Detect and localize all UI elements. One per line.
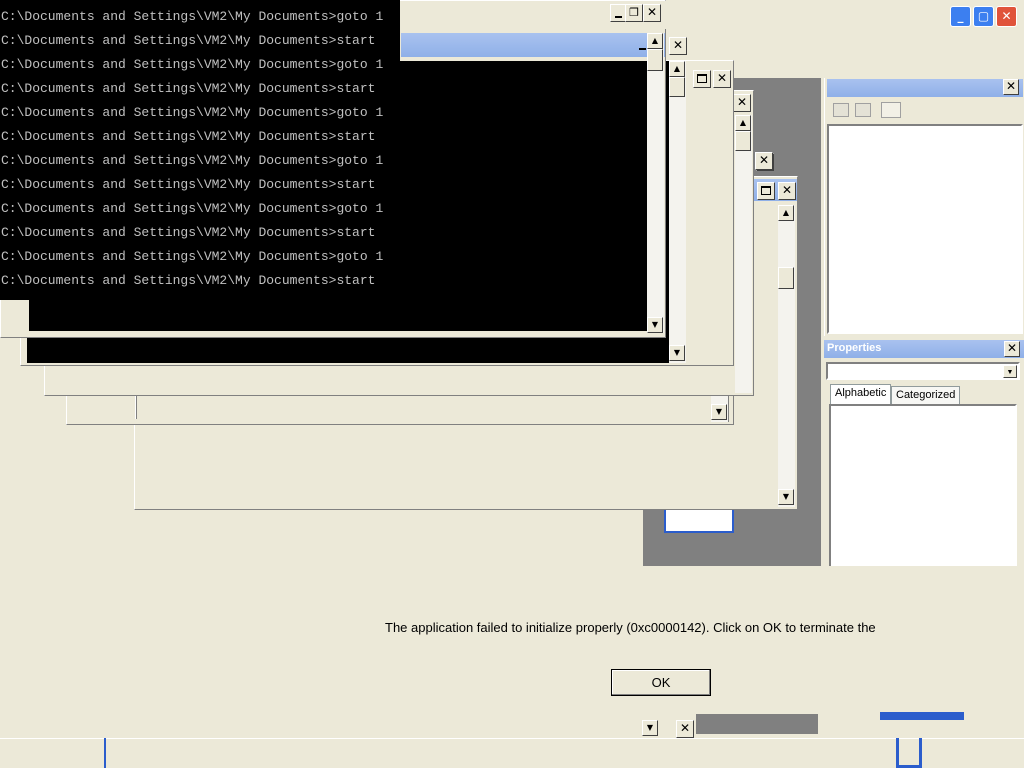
console-line: C:\Documents and Settings\VM2\My Documen…: [1, 153, 384, 168]
console-window-3-close-button[interactable]: [733, 94, 751, 112]
properties-grid[interactable]: [829, 404, 1017, 568]
scroll-up-arrow-icon: ▲: [651, 36, 659, 45]
console-window-1-restore-button[interactable]: [625, 4, 643, 22]
dropdown-arrow-icon[interactable]: ▼: [1003, 365, 1017, 378]
toggle-folders-icon[interactable]: [881, 102, 901, 118]
toolbox-titlebar[interactable]: [827, 79, 1023, 97]
console-window-2-inner-window: [721, 91, 733, 361]
console-window-1-scrollbar[interactable]: [647, 33, 664, 333]
console-window-1-scroll-thumb[interactable]: [647, 49, 663, 71]
console-line: C:\Documents and Settings\VM2\My Documen…: [1, 105, 384, 120]
close-button[interactable]: ✕: [996, 6, 1017, 27]
maximize-icon: ▢: [977, 9, 990, 23]
properties-titlebar[interactable]: Properties: [824, 340, 1024, 358]
scroll-down-arrow-icon: ▼: [646, 723, 654, 732]
console-window-5-maximize-button[interactable]: [757, 182, 775, 200]
status-bar-divider: [104, 738, 106, 768]
console-line: C:\Documents and Settings\VM2\My Documen…: [1, 273, 376, 288]
scroll-down-arrow-icon: ▼: [715, 407, 723, 416]
tab-alphabetic-label: Alphabetic: [835, 387, 887, 399]
toolbox-list[interactable]: [827, 124, 1023, 334]
scroll-up-arrow-icon: ▲: [673, 64, 681, 73]
scroll-up-arrow-icon: ▲: [782, 208, 790, 217]
scroll-down-arrow-icon: ▼: [651, 320, 659, 329]
console-line: C:\Documents and Settings\VM2\My Documen…: [1, 177, 376, 192]
console-window-4-scroll-down[interactable]: ▼: [711, 404, 727, 420]
toolbox-panel: [824, 78, 1024, 336]
tab-categorized[interactable]: Categorized: [891, 386, 961, 404]
status-bar: [0, 738, 1024, 768]
ok-button[interactable]: OK: [611, 669, 711, 696]
console-window-3-scroll-up[interactable]: ▲: [735, 115, 751, 131]
console-line: C:\Documents and Settings\VM2\My Documen…: [1, 201, 384, 216]
console-window-5-scroll-down[interactable]: ▼: [778, 489, 794, 505]
scroll-down-button[interactable]: ▼: [642, 720, 658, 736]
console-window-1-close-button[interactable]: [643, 4, 661, 22]
console-window-2-scroll-thumb[interactable]: [669, 77, 685, 97]
scroll-down-arrow-icon: ▼: [673, 348, 681, 357]
console-line: C:\Documents and Settings\VM2\My Documen…: [1, 9, 384, 24]
console-window-2-close-button[interactable]: [713, 70, 731, 88]
console-window-5-scrollbar[interactable]: [778, 205, 795, 507]
properties-title: Properties: [827, 342, 882, 354]
console-window-3-scrollbar[interactable]: [735, 115, 752, 393]
minimize-button[interactable]: _: [950, 6, 971, 27]
maximize-button[interactable]: ▢: [973, 6, 994, 27]
console-window-2-scroll-down[interactable]: ▼: [669, 345, 685, 361]
console-line: C:\Documents and Settings\VM2\My Documen…: [1, 57, 384, 72]
console-window-1-scroll-down[interactable]: ▼: [647, 317, 663, 333]
tab-alphabetic[interactable]: Alphabetic: [830, 384, 892, 404]
properties-close-button[interactable]: [1004, 341, 1020, 357]
console-window-5-close-button[interactable]: [778, 182, 796, 200]
console-window-4-close-button-b[interactable]: [755, 152, 773, 170]
remnant-close-button[interactable]: [676, 720, 694, 738]
properties-panel: Properties ▼ Alphabetic Categorized: [824, 338, 1024, 568]
minimize-icon: _: [957, 9, 964, 23]
console-window-3-scroll-thumb[interactable]: [735, 131, 751, 151]
console-line: C:\Documents and Settings\VM2\My Documen…: [1, 225, 376, 240]
console-line: C:\Documents and Settings\VM2\My Documen…: [1, 129, 376, 144]
view-code-icon[interactable]: [833, 103, 849, 117]
console-window-1-titlebar[interactable]: [401, 33, 665, 57]
console-window-5-scroll-up[interactable]: ▲: [778, 205, 794, 221]
status-bar-blue-indicator[interactable]: [896, 738, 922, 768]
tab-categorized-label: Categorized: [896, 389, 956, 401]
error-dialog: The application failed to initialize pro…: [0, 566, 1024, 736]
console-window-2-scrollbar[interactable]: [669, 61, 686, 363]
console-line: C:\Documents and Settings\VM2\My Documen…: [1, 81, 376, 96]
console-window-5-scroll-thumb[interactable]: [778, 267, 794, 289]
close-icon: ✕: [1001, 9, 1012, 23]
scroll-up-arrow-icon: ▲: [739, 118, 747, 127]
toolbox-toolbar: [827, 99, 1023, 123]
scroll-down-arrow-icon: ▼: [782, 492, 790, 501]
remnant-grey-area: [696, 714, 818, 734]
console-line: C:\Documents and Settings\VM2\My Documen…: [1, 249, 384, 264]
toolbox-close-button[interactable]: [1003, 79, 1019, 95]
console-line: C:\Documents and Settings\VM2\My Documen…: [1, 33, 376, 48]
console-window-1-scroll-up[interactable]: ▲: [647, 33, 663, 49]
console-window-2-maximize-button[interactable]: [693, 70, 711, 88]
console-window-1-outer-close-button[interactable]: [669, 37, 687, 55]
console-output: C:\Documents and Settings\VM2\My Documen…: [0, 0, 400, 300]
console-window-2-scroll-up[interactable]: ▲: [669, 61, 685, 77]
error-message: The application failed to initialize pro…: [385, 620, 876, 635]
remnant-blue-bar: [880, 712, 964, 720]
properties-object-select[interactable]: ▼: [826, 362, 1020, 380]
view-object-icon[interactable]: [855, 103, 871, 117]
